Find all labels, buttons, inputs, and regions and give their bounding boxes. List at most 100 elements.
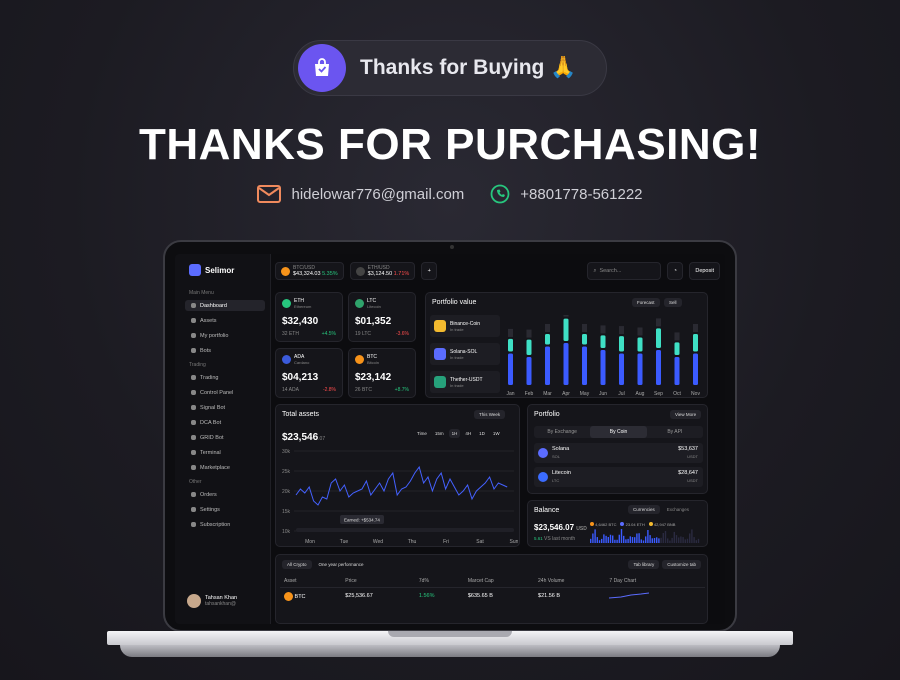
portfolio-value-card: Portfolio value Forecast Sell Binance-Co… xyxy=(425,292,708,398)
tab-exchanges[interactable]: Exchanges xyxy=(662,505,694,514)
total-assets-chart: 30k 25k 20k 15k 10k Mon Tue Wed Thu Fri Sat Sun Earn… xyxy=(282,449,518,545)
sidebar-item[interactable]: Signal Bot xyxy=(185,402,265,413)
column-header[interactable]: 24h Volume xyxy=(534,575,606,588)
bar-cap xyxy=(656,318,661,327)
sidebar-item[interactable]: DCA Bot xyxy=(185,417,265,428)
portfolio-tab[interactable]: By Coin xyxy=(590,426,647,438)
sell-button[interactable]: Sell xyxy=(664,298,682,307)
sidebar-item[interactable]: Assets xyxy=(185,315,265,326)
tab-one-year[interactable]: One year performance xyxy=(314,560,369,569)
column-header[interactable]: Price xyxy=(341,575,415,588)
deposit-button[interactable]: Deposit xyxy=(689,262,720,280)
btc-icon xyxy=(281,266,290,276)
sidebar-item[interactable]: Settings xyxy=(185,504,265,515)
balance-bar xyxy=(636,533,638,543)
search-input[interactable]: ⌕ Search... xyxy=(587,262,662,280)
thanks-pill: Thanks for Buying 🙏 xyxy=(293,40,607,96)
sidebar-item[interactable]: Bots xyxy=(185,345,265,356)
period-select[interactable]: This Week xyxy=(474,410,506,419)
tab-library-button[interactable]: Tab library xyxy=(628,560,660,569)
portfolio-tab[interactable]: By Exchange xyxy=(534,426,590,438)
bar-blue xyxy=(545,346,550,385)
pill-text: Thanks for Buying 🙏 xyxy=(360,56,577,79)
range-button[interactable]: 1H xyxy=(448,429,461,438)
coin-row[interactable]: Solana-SOL In trade xyxy=(430,343,500,365)
sidebar-item[interactable]: Orders xyxy=(185,489,265,500)
sidebar-item[interactable]: Control Panel xyxy=(185,387,265,398)
forecast-button[interactable]: Forecast xyxy=(632,298,660,307)
column-header[interactable]: Asset xyxy=(280,575,342,588)
bar-teal xyxy=(619,336,624,352)
month-label: Sep xyxy=(654,391,663,397)
coin-icon xyxy=(282,355,291,364)
portfolio-row[interactable]: Litecoin LTC $28,647 USDT xyxy=(534,467,703,487)
mail-icon xyxy=(257,185,282,203)
range-button[interactable]: Time xyxy=(414,429,430,438)
column-header[interactable]: 7 Day Chart xyxy=(605,575,705,588)
asset-card[interactable]: BTC Bitcoin $23,142 26 BTC +8.7% xyxy=(348,348,416,398)
month-label: Oct xyxy=(673,391,681,397)
section-main: Main Menu xyxy=(189,290,214,296)
add-ticker-button[interactable]: + xyxy=(421,262,438,280)
balance-bar xyxy=(673,531,675,543)
view-more-button[interactable]: View More xyxy=(670,410,702,419)
bar-teal xyxy=(600,335,606,348)
bell-icon[interactable]: ◔ xyxy=(667,262,684,280)
section-other: Other xyxy=(189,479,202,485)
customize-tab-button[interactable]: Customize tab xyxy=(662,560,701,569)
portfolio-row[interactable]: Solana SOL $53,637 USDT xyxy=(534,443,703,463)
phone-contact[interactable]: +8801778-561222 xyxy=(490,184,643,204)
balance-bar xyxy=(596,537,598,543)
sidebar-item[interactable]: Trading xyxy=(185,372,265,383)
ticker-btc[interactable]: BTC/USD $43,324.03 5.35% xyxy=(275,262,344,280)
sidebar-item[interactable]: Terminal xyxy=(185,447,265,458)
coin-row[interactable]: Thether-USDT In trade xyxy=(430,371,500,393)
tab-currencies[interactable]: Currencies xyxy=(628,505,660,514)
coin-row[interactable]: Binance-Coin In trade xyxy=(430,315,500,337)
asset-card[interactable]: LTC Litecoin $01,352 19 LTC -3.6% xyxy=(348,292,416,342)
balance-bar xyxy=(631,537,634,543)
range-button[interactable]: 1W xyxy=(490,429,503,438)
column-header[interactable]: Marcet Cap xyxy=(463,575,535,588)
range-button[interactable]: 15m xyxy=(432,429,447,438)
portfolio-card: Portfolio View More By Exchange By Coin By… xyxy=(527,404,708,494)
bar-teal xyxy=(563,318,569,341)
bar-blue xyxy=(582,346,587,385)
balance-card: Balance Currencies Exchanges $23,546.07 U… xyxy=(527,500,708,547)
balance-bar xyxy=(603,534,605,543)
nav-icon xyxy=(191,375,196,380)
balance-title: Balance xyxy=(534,507,560,514)
sidebar-item[interactable]: Dashboard xyxy=(185,300,265,311)
user-handle: tahsankhan@ xyxy=(205,601,236,607)
sidebar-item[interactable]: Marketplace xyxy=(185,462,265,473)
ticker-eth[interactable]: ETH/USD $3,124.50 1.71% xyxy=(349,262,416,280)
range-button[interactable]: 4H xyxy=(462,429,474,438)
nav-icon xyxy=(191,435,196,440)
asset-value: $04,213 xyxy=(282,372,319,383)
sidebar-item[interactable]: GRID Bot xyxy=(185,432,265,443)
balance-bar xyxy=(669,540,671,543)
bar-blue xyxy=(508,353,513,385)
email-contact[interactable]: hidelowar776@gmail.com xyxy=(257,184,464,204)
sidebar-item[interactable]: My portfolio xyxy=(185,330,265,341)
eth-icon xyxy=(355,266,365,276)
user-profile[interactable]: Tahsan Khan tahsankhan@ xyxy=(187,594,237,608)
day-label: Mon xyxy=(305,539,315,545)
balance-delta: 5.61 VS last month xyxy=(534,536,576,542)
asset-card[interactable]: ADA Cardano $04,213 14 ADA -2.8% xyxy=(275,348,343,398)
asset-card[interactable]: ETH Ethereum $32,430 32 ETH +4.5% xyxy=(275,292,343,342)
crypto-table: Asset Price 7d% Marcet Cap 24h Volume 7 Day C… xyxy=(280,575,705,604)
balance-bar xyxy=(625,539,627,543)
range-button[interactable]: 1D xyxy=(476,429,488,438)
balance-bar xyxy=(642,540,645,543)
y-tick: 25k xyxy=(282,469,291,475)
balance-bar xyxy=(658,538,660,543)
balance-bar xyxy=(616,539,618,543)
tab-all-crypto[interactable]: All Crypto xyxy=(282,560,312,569)
sidebar-item[interactable]: Subscription xyxy=(185,519,265,530)
bar-cap xyxy=(637,327,643,336)
column-header[interactable]: 7d% xyxy=(414,575,464,588)
table-row[interactable]: BTC $25,536.67 1.56% $635.65 B $21.56 B xyxy=(280,588,705,605)
coin-icon xyxy=(434,348,446,360)
portfolio-tab[interactable]: By API xyxy=(647,426,703,438)
